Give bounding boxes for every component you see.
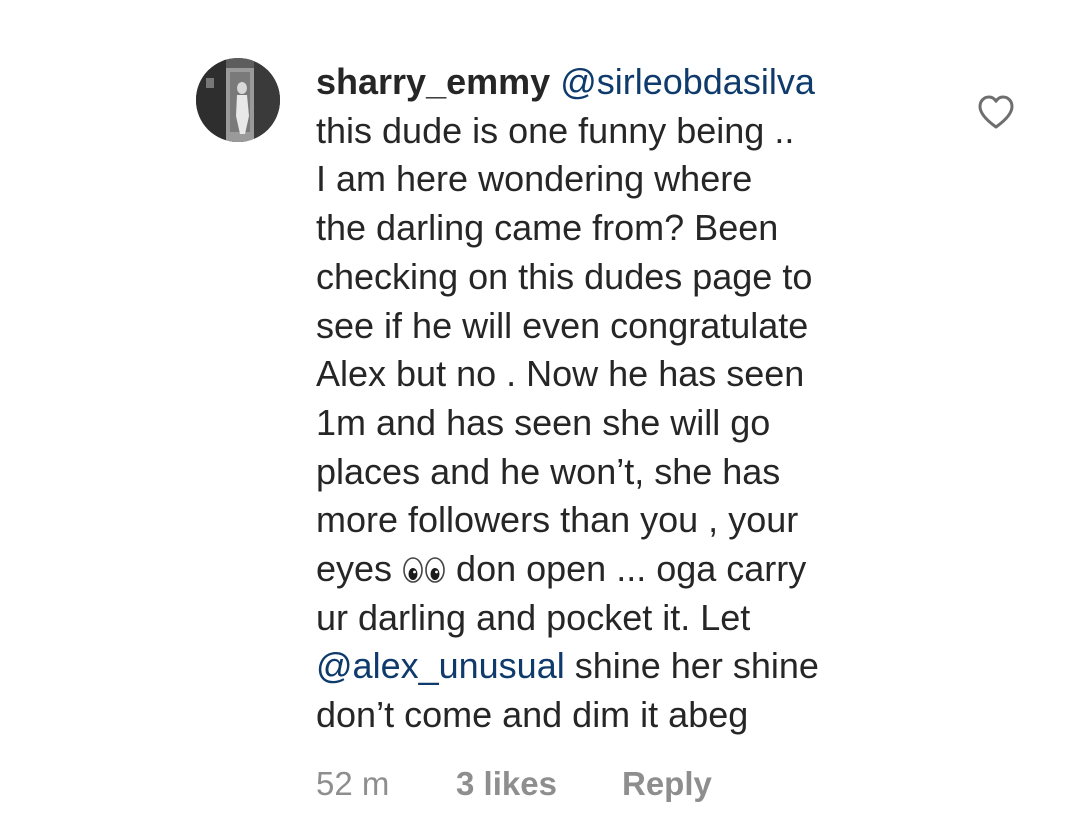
reply-to-mention-link[interactable]: @sirleobdasilva: [560, 61, 815, 102]
comment-line: Alex but no . Now he has seen: [316, 353, 805, 395]
comment-line: I am here wondering where: [316, 158, 753, 200]
mention-line-after: shine her shine: [564, 645, 819, 687]
likes-count-link[interactable]: 3 likes: [456, 764, 622, 804]
comment-line: ur darling and pocket it. Let: [316, 596, 751, 638]
comment-line: places and he won’t, she has: [316, 450, 781, 492]
like-button[interactable]: [977, 94, 1015, 130]
eyes-line-after: don open ... oga carry: [446, 548, 807, 590]
comment-line: don’t come and dim it abeg: [316, 694, 749, 736]
comment-line: this dude is one funny being ..: [316, 109, 795, 151]
comment-line: the darling came from? Been: [316, 207, 779, 249]
username-link[interactable]: sharry_emmy: [316, 61, 550, 102]
comment-line-with-mention: @alex_unusual shine her shine: [316, 642, 916, 691]
avatar[interactable]: [196, 58, 280, 142]
heart-outline-icon: [978, 95, 1014, 129]
comment-text: sharry_emmy @sirleobdasilva this dude is…: [316, 58, 916, 740]
alex-unusual-mention-link[interactable]: @alex_unusual: [316, 645, 565, 686]
comment-line: 1m and has seen she will go: [316, 401, 771, 443]
comment-line: see if he will even congratulate: [316, 304, 809, 346]
eyes-line-before: eyes: [316, 548, 403, 590]
comment-header-line: sharry_emmy @sirleobdasilva: [316, 58, 916, 107]
profile-photo-icon: [196, 58, 280, 142]
comment-body: sharry_emmy @sirleobdasilva this dude is…: [316, 58, 916, 740]
comment-meta: 52 m 3 likes Reply: [316, 764, 712, 804]
comment-line-with-emoji: eyes don open ... oga carry: [316, 545, 916, 594]
comment: sharry_emmy @sirleobdasilva this dude is…: [0, 0, 1080, 813]
comment-line: checking on this dudes page to: [316, 255, 813, 297]
eyes-emoji-icon: [403, 557, 445, 583]
comment-line: more followers than you , your: [316, 499, 799, 541]
timestamp: 52 m: [316, 765, 390, 802]
reply-button[interactable]: Reply: [622, 764, 712, 804]
